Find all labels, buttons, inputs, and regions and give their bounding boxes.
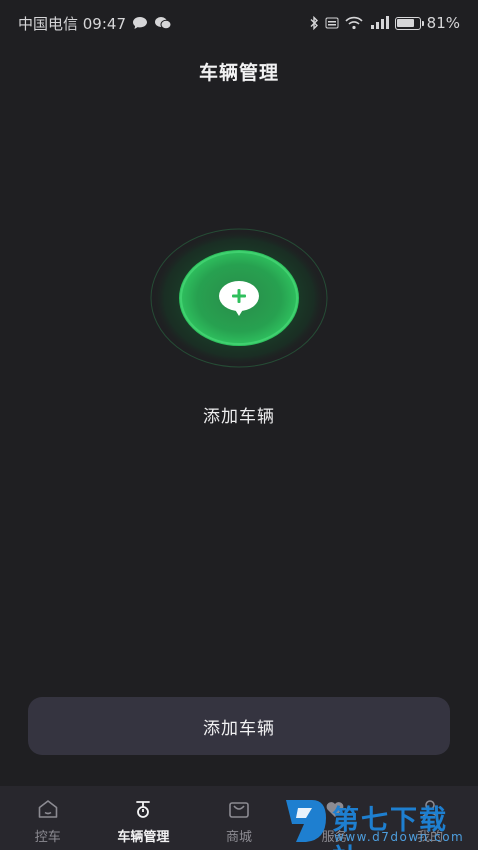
bluetooth-icon — [309, 16, 319, 30]
wifi-icon — [345, 16, 363, 30]
add-vehicle-label: 添加车辆 — [203, 407, 275, 427]
network-type-icon — [325, 16, 339, 30]
message-icon — [132, 16, 148, 30]
tab-vehicle-management-label: 车辆管理 — [117, 830, 170, 845]
scooter-icon — [130, 796, 156, 822]
screen: 中国电信 09:47 81% 车辆管理 添加车辆 添加车辆 控车 车辆管理 商城… — [0, 0, 478, 850]
tab-service-label: 服务 — [321, 830, 348, 845]
tab-mine-label: 我的 — [417, 830, 444, 845]
tab-mine[interactable]: 我的 — [382, 786, 478, 850]
tab-shop[interactable]: 商城 — [191, 786, 287, 850]
battery-percent: 81% — [426, 14, 460, 32]
tab-service[interactable]: 服务 — [287, 786, 383, 850]
add-vehicle-button[interactable]: 添加车辆 — [28, 697, 450, 755]
tab-bar: 控车 车辆管理 商城 服务 我的 — [0, 786, 478, 850]
wechat-icon — [154, 16, 172, 30]
tab-control-label: 控车 — [34, 830, 61, 845]
status-right: 81% — [309, 14, 460, 32]
signal-icon — [369, 16, 389, 30]
battery-fill — [397, 19, 415, 27]
tab-shop-label: 商城 — [225, 830, 252, 845]
carrier-time: 中国电信 09:47 — [18, 14, 126, 33]
heart-icon — [322, 796, 348, 822]
tab-vehicle-management[interactable]: 车辆管理 — [96, 786, 192, 850]
page-title: 车辆管理 — [198, 62, 279, 84]
tab-control[interactable]: 控车 — [0, 786, 96, 850]
person-icon — [417, 796, 443, 822]
shop-bag-icon — [226, 796, 252, 822]
battery-icon — [394, 16, 424, 30]
status-left: 中国电信 09:47 — [18, 13, 172, 34]
status-bar: 中国电信 09:47 81% — [0, 0, 478, 46]
home-icon — [35, 796, 61, 822]
add-vehicle-graphic[interactable] — [150, 228, 328, 368]
